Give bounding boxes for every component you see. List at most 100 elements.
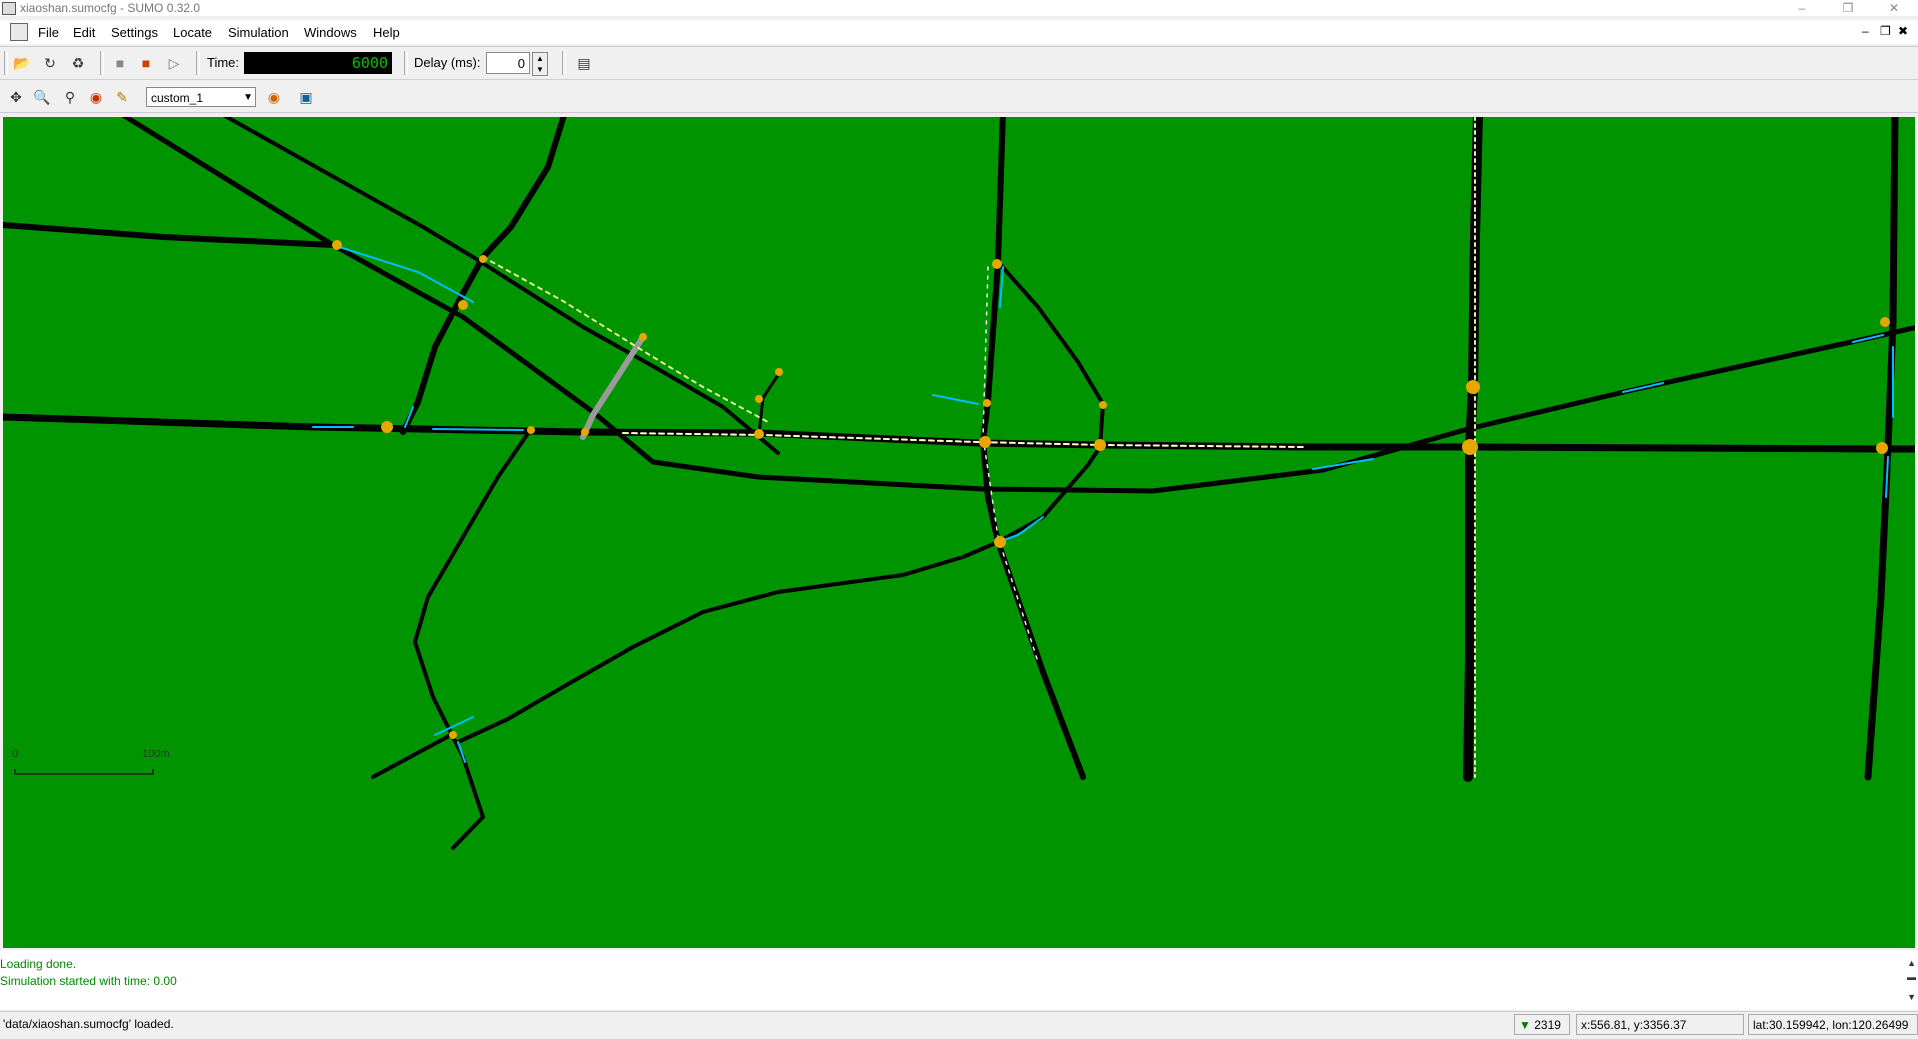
- minimize-icon[interactable]: –: [1788, 0, 1816, 16]
- time-display: 6000: [244, 52, 392, 74]
- scroll-down-icon[interactable]: ▼: [1907, 992, 1916, 1002]
- lane-marking: [332, 244, 474, 303]
- lane-marking: [482, 256, 769, 423]
- restore-icon[interactable]: ❐: [1834, 0, 1862, 16]
- vehicle-count-value: 2319: [1534, 1018, 1561, 1032]
- cursor-latlon: lat:30.159942, lon:120.26499: [1748, 1014, 1918, 1035]
- status-message: 'data/xiaoshan.sumocfg' loaded.: [3, 1017, 174, 1031]
- junction: [1099, 401, 1107, 409]
- road: [413, 427, 533, 850]
- window-title: xiaoshan.sumocfg - SUMO 0.32.0: [20, 1, 201, 15]
- time-label: Time:: [207, 55, 240, 70]
- log-line: Loading done.: [0, 957, 77, 971]
- chevron-down-icon: ▼: [243, 92, 253, 103]
- log-scrollbar[interactable]: ▲ ▬ ▼: [1904, 950, 1918, 1010]
- message-log[interactable]: Loading done. Simulation started with ti…: [0, 950, 1918, 1010]
- tooltip-icon[interactable]: ✎: [110, 86, 134, 108]
- road: [757, 373, 780, 436]
- locate-icon[interactable]: ⚲: [58, 86, 82, 108]
- lane-marking: [999, 266, 1894, 498]
- lane-marking: [404, 394, 979, 428]
- scheme-value: custom_1: [151, 91, 204, 105]
- editor-icon[interactable]: ▤: [572, 52, 596, 74]
- junction: [979, 436, 991, 448]
- step-icon[interactable]: ▷: [162, 52, 186, 74]
- junction: [755, 395, 763, 403]
- menu-simulation[interactable]: Simulation: [228, 25, 289, 40]
- junction: [775, 368, 783, 376]
- highlighted-road: [580, 334, 646, 440]
- vehicle-count: ▼ 2319: [1514, 1014, 1570, 1035]
- menu-edit[interactable]: Edit: [73, 25, 95, 40]
- junction: [458, 300, 468, 310]
- road: [371, 732, 455, 779]
- car-icon: ▼: [1519, 1018, 1531, 1032]
- toolbar-separator: [196, 51, 200, 75]
- scale-start-label: 0: [12, 748, 19, 760]
- scheme-color-icon[interactable]: ◉: [262, 86, 286, 108]
- menu-help[interactable]: Help: [373, 25, 400, 40]
- road: [3, 413, 1915, 453]
- title-bar: xiaoshan.sumocfg - SUMO 0.32.0 – ❐ ✕: [0, 0, 1918, 16]
- road: [222, 117, 780, 455]
- screenshot-icon[interactable]: ▣: [294, 86, 318, 108]
- status-bar: 'data/xiaoshan.sumocfg' loaded. ▼ 2319 x…: [0, 1011, 1918, 1039]
- junction: [381, 421, 393, 433]
- log-line: Simulation started with time: 0.00: [0, 974, 177, 988]
- road: [400, 117, 567, 435]
- view-toolbar: ✥ 🔍 ⚲ ◉ ✎ custom_1 ▼ ◉ ▣: [0, 82, 1918, 113]
- toolbar-separator: [562, 51, 566, 75]
- run-icon[interactable]: ■: [134, 52, 158, 74]
- junction: [983, 399, 991, 407]
- junction: [581, 428, 589, 436]
- simulation-toolbar: 📂 ↻ ♻ ■ ■ ▷ Time: 6000 Delay (ms): 0 ▲ ▼ …: [0, 46, 1918, 80]
- scale-bar: [14, 769, 154, 775]
- delay-input[interactable]: 0: [486, 52, 530, 74]
- stop-icon[interactable]: ■: [108, 52, 132, 74]
- network-view[interactable]: 0 100m: [3, 117, 1915, 948]
- scroll-up-icon[interactable]: ▲: [1907, 958, 1916, 968]
- road: [996, 260, 1105, 449]
- junction: [994, 536, 1006, 548]
- toolbar-separator: [404, 51, 408, 75]
- junction: [639, 333, 647, 341]
- junction: [754, 429, 764, 439]
- junction: [479, 255, 487, 263]
- junction: [1880, 317, 1890, 327]
- junction: [992, 259, 1002, 269]
- junction: [1466, 380, 1480, 394]
- delay-label: Delay (ms):: [414, 55, 481, 70]
- zoom-icon[interactable]: 🔍: [30, 86, 54, 108]
- road: [3, 222, 336, 248]
- open-network-icon[interactable]: ♻: [66, 52, 90, 74]
- document-icon[interactable]: [10, 23, 28, 41]
- junction: [449, 731, 457, 739]
- road-network[interactable]: [3, 117, 1915, 948]
- color-icon[interactable]: ◉: [84, 86, 108, 108]
- junction: [332, 240, 342, 250]
- close-icon[interactable]: ✕: [1880, 0, 1908, 16]
- junction: [1876, 442, 1888, 454]
- toolbar-separator: [100, 51, 104, 75]
- cursor-xy: x:556.81, y:3356.37: [1576, 1014, 1744, 1035]
- delay-spinner[interactable]: ▲ ▼: [532, 52, 548, 76]
- app-icon: [2, 2, 16, 15]
- mdi-close-icon[interactable]: ✖: [1898, 24, 1908, 38]
- menu-locate[interactable]: Locate: [173, 25, 212, 40]
- scale-end-label: 100m: [142, 748, 170, 760]
- junction: [1094, 439, 1106, 451]
- recenter-icon[interactable]: ✥: [4, 86, 28, 108]
- toolbar-separator: [4, 51, 8, 75]
- junction: [527, 426, 535, 434]
- scheme-select[interactable]: custom_1 ▼: [146, 87, 256, 107]
- mdi-minimize-icon[interactable]: –: [1862, 24, 1869, 38]
- menu-windows[interactable]: Windows: [304, 25, 357, 40]
- open-icon[interactable]: 📂: [10, 52, 34, 74]
- mdi-restore-icon[interactable]: ❐: [1880, 24, 1891, 38]
- road: [121, 117, 1915, 494]
- menu-file[interactable]: File: [38, 25, 59, 40]
- junction: [1462, 439, 1478, 455]
- scroll-thumb[interactable]: ▬: [1907, 972, 1916, 982]
- reload-icon[interactable]: ↻: [38, 52, 62, 74]
- menu-settings[interactable]: Settings: [111, 25, 158, 40]
